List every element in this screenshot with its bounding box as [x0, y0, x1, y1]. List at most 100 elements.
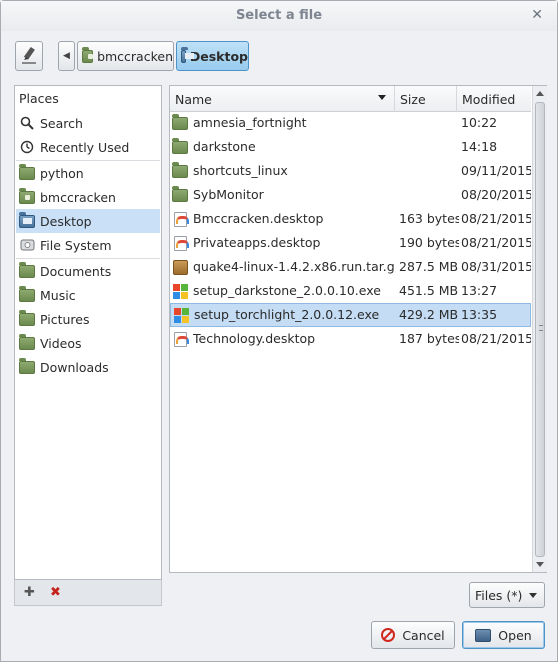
sidebar-item-python[interactable]: python: [16, 161, 160, 185]
title-bar[interactable]: Select a file ✕: [1, 1, 557, 31]
file-row[interactable]: amnesia_fortnight 10:22: [170, 111, 531, 135]
cancel-button[interactable]: Cancel: [371, 621, 455, 649]
file-modified: 14:18: [461, 139, 498, 154]
file-name: Privateapps.desktop: [193, 235, 321, 250]
breadcrumb-home[interactable]: bmccracken: [77, 41, 174, 71]
sidebar-item-label: Downloads: [40, 359, 109, 375]
sidebar-item-documents[interactable]: Documents: [16, 259, 160, 283]
exe-icon: [173, 307, 189, 323]
open-button[interactable]: Open: [462, 621, 545, 649]
grip-icon: [539, 325, 543, 331]
column-header-modified[interactable]: Modified: [457, 86, 531, 112]
sidebar-item-pictures[interactable]: Pictures: [16, 307, 160, 331]
file-name: amnesia_fortnight: [193, 115, 307, 130]
file-modified: 09/11/2015: [461, 163, 531, 178]
sidebar-item-file-system[interactable]: File System: [16, 233, 160, 257]
type-location-button[interactable]: [15, 41, 43, 71]
sidebar-item-desktop[interactable]: Desktop: [16, 209, 160, 233]
column-header-name[interactable]: Name: [170, 86, 395, 112]
home-folder-icon: [19, 187, 35, 204]
sidebar-item-music[interactable]: Music: [16, 283, 160, 307]
desktop-file-icon: [173, 235, 189, 251]
file-size: 187 bytes: [399, 331, 459, 346]
column-name-label: Name: [175, 91, 212, 107]
pencil-icon: [22, 46, 36, 64]
column-size-label: Size: [400, 91, 426, 107]
sidebar-item-recently-used[interactable]: Recently Used: [16, 135, 160, 159]
file-modified: 08/31/2015: [461, 259, 531, 274]
file-name: quake4-linux-1.4.2.x86.run.tar.gz: [193, 259, 394, 274]
sidebar-item-label: Recently Used: [40, 139, 130, 155]
sidebar-item-label: Search: [40, 115, 83, 131]
file-name: shortcuts_linux: [193, 163, 288, 178]
file-size: [399, 183, 459, 207]
file-row[interactable]: darkstone 14:18: [170, 135, 531, 159]
downloads-folder-icon: [19, 357, 35, 374]
dialog-title: Select a file: [235, 8, 323, 23]
cancel-icon: [381, 628, 396, 642]
file-name: setup_darkstone_2.0.0.10.exe: [193, 283, 381, 298]
open-label: Open: [498, 627, 532, 643]
music-folder-icon: [19, 285, 35, 302]
documents-folder-icon: [19, 261, 35, 278]
folder-icon: [19, 163, 35, 180]
sidebar-item-label: File System: [40, 237, 112, 253]
remove-bookmark-icon[interactable]: ✖: [50, 585, 61, 600]
vertical-scrollbar[interactable]: [532, 86, 547, 572]
drive-icon: [19, 237, 35, 253]
pictures-folder-icon: [19, 309, 35, 326]
places-header: Places: [19, 91, 59, 106]
file-type-filter-select[interactable]: Files (*): [469, 582, 545, 608]
file-row[interactable]: Privateapps.desktop 190 bytes 08/21/2015: [170, 231, 531, 255]
desktop-file-icon: [173, 211, 189, 227]
file-modified: 13:35: [461, 307, 498, 322]
sort-descending-icon: [378, 95, 386, 100]
file-row-selected[interactable]: setup_torchlight_2.0.0.12.exe 429.2 MB 1…: [170, 303, 531, 327]
sidebar-item-label: Music: [40, 287, 76, 303]
sidebar-item-bmccracken[interactable]: bmccracken: [16, 185, 160, 209]
desktop-folder-icon: [181, 46, 194, 63]
breadcrumb-desktop[interactable]: Desktop: [176, 41, 249, 71]
file-row[interactable]: setup_darkstone_2.0.0.10.exe 451.5 MB 13…: [170, 279, 531, 303]
file-row[interactable]: shortcuts_linux 09/11/2015: [170, 159, 531, 183]
file-row[interactable]: Bmccracken.desktop 163 bytes 08/21/2015: [170, 207, 531, 231]
recent-icon: [19, 139, 35, 155]
file-size: 287.5 MB: [399, 259, 459, 274]
file-size: [399, 159, 459, 183]
file-modified: 08/21/2015: [461, 235, 531, 250]
file-name: setup_torchlight_2.0.0.12.exe: [194, 307, 380, 322]
path-scroll-left-button[interactable]: ◀: [58, 41, 75, 71]
sidebar-item-downloads[interactable]: Downloads: [16, 355, 160, 379]
file-row[interactable]: SybMonitor 08/20/2015: [170, 183, 531, 207]
scroll-down-icon[interactable]: [536, 562, 544, 567]
scroll-up-icon[interactable]: [536, 91, 544, 96]
desktop-file-icon: [173, 331, 189, 347]
file-name: Bmccracken.desktop: [193, 211, 324, 226]
file-name: SybMonitor: [193, 187, 264, 202]
sidebar-item-search[interactable]: Search: [16, 111, 160, 135]
add-bookmark-icon[interactable]: ✚: [24, 585, 35, 600]
exe-icon: [172, 283, 188, 299]
file-list: Name Size Modified amnesia_fortnight 10:…: [169, 85, 547, 573]
close-icon[interactable]: ✕: [531, 7, 543, 23]
file-size: 429.2 MB: [399, 307, 459, 322]
file-row[interactable]: Technology.desktop 187 bytes 08/21/2015: [170, 327, 531, 351]
scrollbar-thumb[interactable]: [535, 102, 545, 557]
breadcrumb-label: Desktop: [189, 48, 248, 64]
column-header-size[interactable]: Size: [395, 86, 457, 112]
column-header-row: Name Size Modified: [170, 86, 531, 112]
column-modified-label: Modified: [462, 91, 516, 107]
file-row[interactable]: quake4-linux-1.4.2.x86.run.tar.gz 287.5 …: [170, 255, 531, 279]
search-icon: [19, 115, 35, 131]
file-size: 163 bytes: [399, 211, 459, 226]
sidebar-item-label: Desktop: [40, 213, 92, 229]
sidebar-item-label: Documents: [40, 263, 112, 279]
sidebar-item-videos[interactable]: Videos: [16, 331, 160, 355]
sidebar-item-label: Pictures: [40, 311, 90, 327]
cancel-label: Cancel: [402, 627, 445, 643]
home-folder-icon: [82, 46, 94, 63]
places-sidebar: Places Search Recently Used python bmccr…: [14, 85, 162, 580]
folder-icon: [172, 161, 188, 178]
sidebar-item-label: python: [40, 165, 84, 181]
file-modified: 08/21/2015: [461, 211, 531, 226]
